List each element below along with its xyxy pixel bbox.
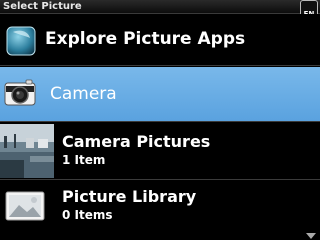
list-item-label: Camera Pictures [62,132,211,151]
divider [0,179,320,180]
list-item-picture-library[interactable]: Picture Library 0 Items [0,181,320,233]
list-item-explore-picture-apps[interactable]: Explore Picture Apps [0,14,320,65]
list-item-camera-pictures[interactable]: Camera Pictures 1 Item [0,123,320,179]
list-item-label: Picture Library [62,187,197,206]
list-item-label: Camera [50,84,117,104]
app-world-icon [6,26,36,56]
list-item-count: 1 Item [62,153,106,167]
picture-icon [5,191,45,221]
window-title: Select Picture [3,1,82,12]
camera-icon [4,79,36,106]
list-item-count: 0 Items [62,208,113,222]
divider [0,121,320,122]
list-item-label: Explore Picture Apps [45,29,246,49]
scroll-down-arrow-icon[interactable] [306,233,316,239]
divider [0,65,320,66]
list-item-camera[interactable]: Camera [0,67,320,121]
photo-thumbnail [0,124,54,178]
title-bar: Select Picture EN [0,0,320,18]
bottom-strip [0,233,320,240]
